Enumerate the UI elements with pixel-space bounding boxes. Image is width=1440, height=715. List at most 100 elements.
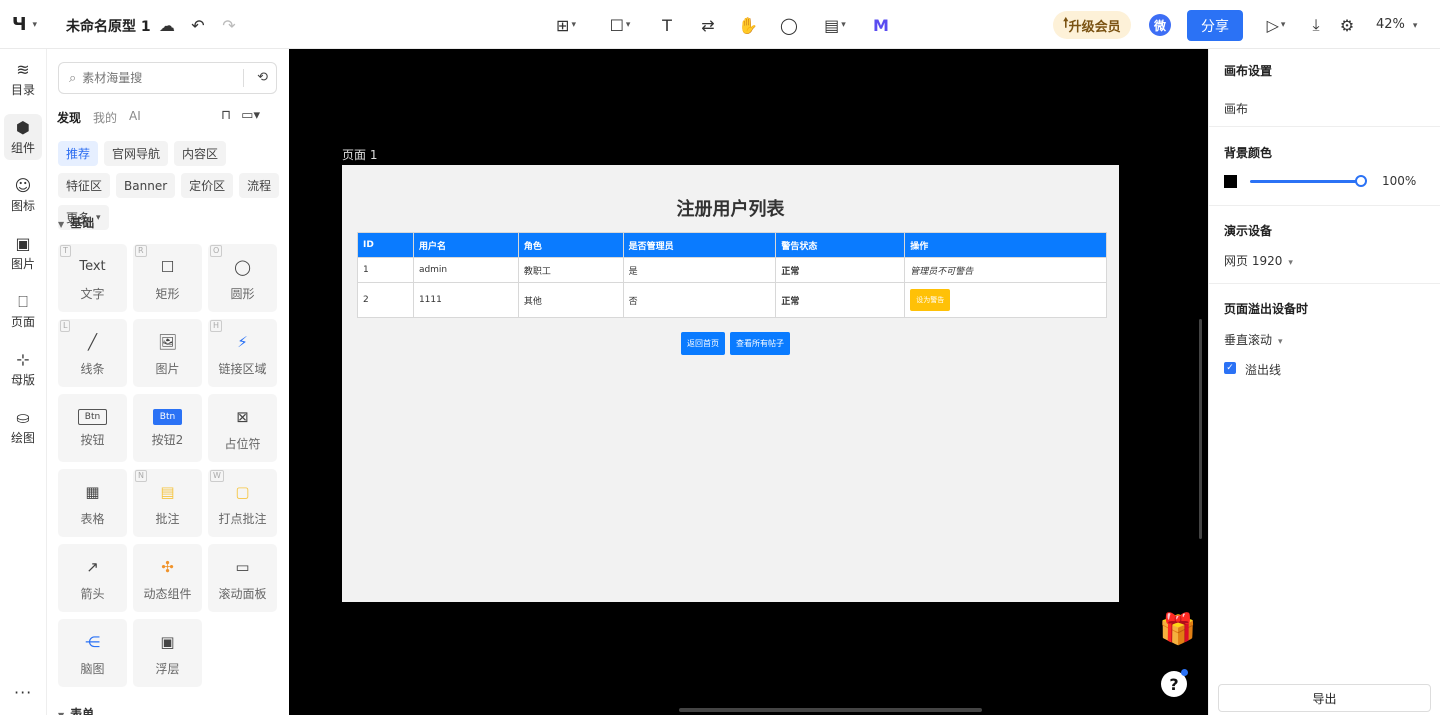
component-label: 脑图	[80, 661, 105, 676]
more-icon[interactable]: ···	[14, 683, 32, 702]
avatar[interactable]: 微	[1149, 14, 1171, 36]
settings-sliders-icon[interactable]: ⚙	[1336, 14, 1358, 36]
section-basic[interactable]: ▼ 基础	[58, 214, 94, 231]
component-label: 文字	[80, 286, 105, 301]
device-value: 网页 1920	[1224, 254, 1283, 268]
search-icon: ⌕	[69, 70, 77, 86]
set-warning-button[interactable]: 设为警告	[910, 289, 951, 311]
page-title: 注册用户列表	[676, 199, 785, 220]
view-posts-button[interactable]: 查看所有帖子	[730, 332, 790, 355]
chip-feature[interactable]: 特征区	[58, 173, 111, 198]
component-item[interactable]: R ☐ 矩形	[133, 244, 202, 312]
artboard-page[interactable]: 注册用户列表 ID 用户名 角色 是否管理员 警告状态 操作 1 admin 教…	[342, 165, 1119, 602]
component-item[interactable]: Btn 按钮2	[133, 394, 202, 462]
tab-mine[interactable]: 我的	[93, 109, 117, 126]
component-item[interactable]: W ▢ 打点批注	[208, 469, 277, 537]
upgrade-button[interactable]: 🠕 升级会员	[1053, 11, 1131, 39]
zoom-control[interactable]: 42% ▾	[1376, 17, 1417, 32]
cell-warning-status: 正常	[775, 257, 906, 283]
opacity-slider-handle[interactable]	[1355, 175, 1367, 187]
cell-admin: 否	[622, 282, 777, 318]
component-label: 表格	[80, 511, 105, 526]
component-item[interactable]: Btn 按钮	[58, 394, 127, 462]
opacity-value[interactable]: 100%	[1382, 174, 1416, 188]
undo-icon[interactable]: ↶	[187, 14, 209, 36]
rail-item-outline[interactable]: ≋ 目录	[4, 56, 42, 102]
chevron-down-icon: ▾	[571, 20, 576, 30]
comment-tool-icon[interactable]: ◯	[778, 14, 800, 36]
bg-color-swatch[interactable]	[1224, 175, 1237, 188]
component-item[interactable]: 🖼 图片	[133, 319, 202, 387]
component-item[interactable]: ▭ 滚动面板	[208, 544, 277, 612]
component-item[interactable]: ↗ 箭头	[58, 544, 127, 612]
col-warning: 警告状态	[775, 232, 906, 258]
note-tool-button[interactable]: ▤ ▾	[817, 14, 853, 36]
search-input[interactable]	[82, 71, 233, 85]
history-icon[interactable]: ⟲	[257, 70, 268, 85]
redo-icon[interactable]: ↷	[218, 14, 240, 36]
component-item[interactable]: N ▤ 批注	[133, 469, 202, 537]
rail-item-masters[interactable]: ⊹ 母版	[4, 346, 42, 392]
chip-content[interactable]: 内容区	[174, 141, 227, 166]
component-label: 浮层	[155, 661, 180, 676]
insert-button[interactable]: ⊞ ▾	[548, 14, 584, 36]
component-item[interactable]: H ⚡ 链接区域	[208, 319, 277, 387]
component-icon: ▭	[235, 557, 250, 576]
text-tool-icon[interactable]: T	[656, 14, 678, 36]
component-item[interactable]: ⋲ 脑图	[58, 619, 127, 687]
component-item[interactable]: O ◯ 圆形	[208, 244, 277, 312]
cloud-sync-icon[interactable]: ☁	[156, 14, 178, 36]
overflow-title: 页面溢出设备时	[1224, 302, 1309, 316]
rail-item-images[interactable]: ▣ 图片	[4, 230, 42, 276]
rail-item-drawing[interactable]: ⛀ 绘图	[4, 404, 42, 450]
component-icon: Text	[79, 259, 106, 274]
chevron-down-icon: ▾	[1412, 21, 1418, 31]
tab-discover[interactable]: 发现	[57, 109, 81, 126]
app-logo[interactable]: Ч ▾	[12, 14, 37, 35]
section-form[interactable]: ▼ 表单	[58, 705, 94, 715]
hand-tool-icon[interactable]: ✋	[737, 14, 759, 36]
canvas-area[interactable]: 页面 1 注册用户列表 ID 用户名 角色 是否管理员 警告状态 操作 1 ad…	[289, 49, 1208, 715]
bookmark-icon[interactable]: ⊓	[221, 108, 231, 123]
chip-pricing[interactable]: 定价区	[181, 173, 234, 198]
component-grid: T Text 文字 R ☐ 矩形 O ◯ 圆形 L ╱ 线条 🖼 图片 H ⚡ 链接区域 Btn 按钮 Btn 按钮2 ⊠…	[58, 244, 278, 687]
component-item[interactable]: ⊠ 占位符	[208, 394, 277, 462]
rail-item-components[interactable]: ⬢ 组件	[4, 114, 42, 160]
horizontal-scrollbar[interactable]	[679, 708, 982, 712]
component-item[interactable]: T Text 文字	[58, 244, 127, 312]
page-label[interactable]: 页面 1	[342, 146, 377, 163]
gift-icon[interactable]: 🎁	[1159, 612, 1196, 647]
overflow-select[interactable]: 垂直滚动 ▾	[1224, 331, 1283, 348]
component-item[interactable]: L ╱ 线条	[58, 319, 127, 387]
download-icon[interactable]: ⤓	[1305, 14, 1327, 36]
canvas-label: 画布	[1224, 102, 1249, 116]
document-title[interactable]: 未命名原型 1	[66, 16, 151, 36]
chip-banner[interactable]: Banner	[116, 173, 176, 198]
preview-button[interactable]: ▷ ▾	[1258, 14, 1294, 36]
component-item[interactable]: ▣ 浮层	[133, 619, 202, 687]
ai-icon[interactable]: M	[870, 14, 892, 36]
share-button[interactable]: 分享	[1187, 10, 1243, 41]
back-home-button[interactable]: 返回首页	[681, 332, 725, 355]
tab-ai[interactable]: AI	[129, 109, 141, 126]
overflow-line-checkbox[interactable]: ✓	[1224, 362, 1236, 374]
component-item[interactable]: ✣ 动态组件	[133, 544, 202, 612]
chip-flow[interactable]: 流程	[239, 173, 280, 198]
export-button[interactable]: 导出	[1218, 684, 1431, 712]
search-box: ⌕ ⟲	[58, 62, 277, 94]
rail-item-icons[interactable]: ☺ 图标	[4, 172, 42, 218]
shape-tool-button[interactable]: ☐ ▾	[602, 14, 638, 36]
component-icon: ▢	[235, 482, 250, 501]
connector-tool-icon[interactable]: ⇄	[697, 14, 719, 36]
vertical-scrollbar[interactable]	[1199, 319, 1202, 539]
page-icon: ⎕	[18, 291, 28, 311]
component-item[interactable]: ▦ 表格	[58, 469, 127, 537]
chip-site-nav[interactable]: 官网导航	[104, 141, 169, 166]
rail-label: 组件	[10, 140, 35, 155]
device-select[interactable]: 网页 1920 ▾	[1224, 252, 1293, 269]
cell-username: 1111	[412, 282, 519, 318]
rail-item-pages[interactable]: ⎕ 页面	[4, 288, 42, 334]
opacity-slider-track[interactable]	[1250, 180, 1360, 183]
device-frame-icon[interactable]: ▭▾	[241, 108, 260, 123]
chip-recommended[interactable]: 推荐	[58, 141, 99, 166]
